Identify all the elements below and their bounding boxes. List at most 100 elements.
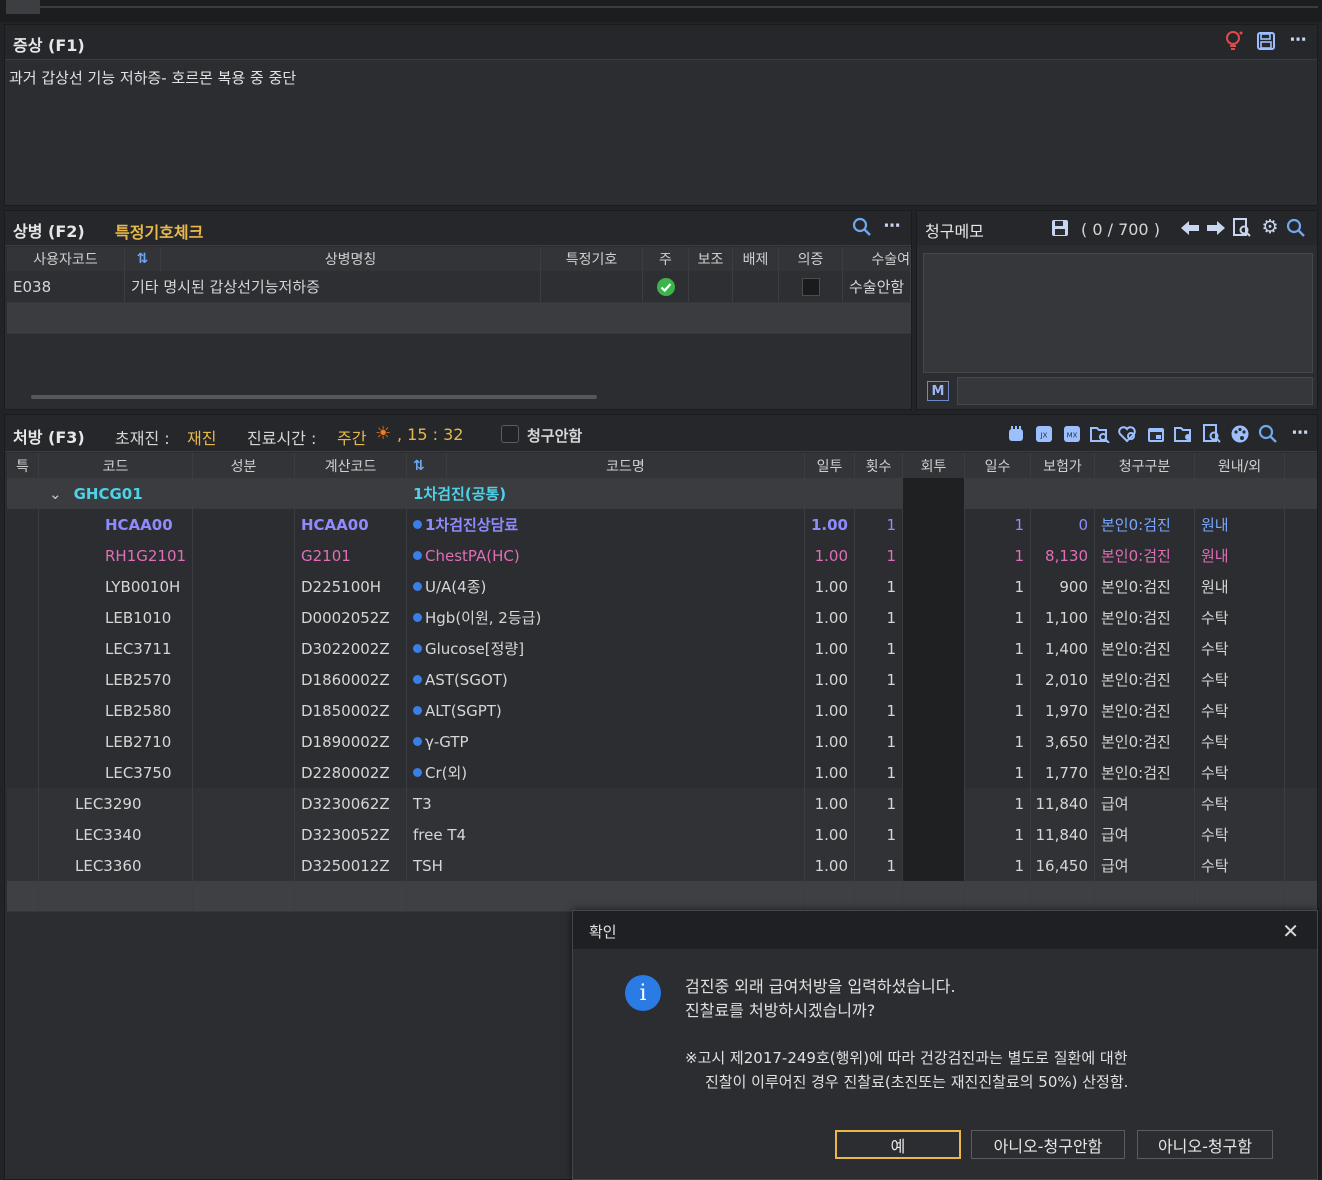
hand-icon[interactable] — [1005, 423, 1027, 445]
save-icon[interactable] — [1255, 30, 1277, 52]
yes-button[interactable]: 예 — [835, 1130, 961, 1159]
col-surgery[interactable]: 수술여 — [843, 247, 911, 271]
col-disease-name[interactable]: 상병명칭 — [161, 247, 541, 271]
horizontal-scrollbar[interactable] — [31, 395, 597, 399]
no-with-claim-button[interactable]: 아니오-청구함 — [1137, 1130, 1273, 1159]
arrow-left-icon[interactable] — [1179, 217, 1201, 239]
top-tab[interactable] — [6, 0, 40, 14]
col-main[interactable]: 주 — [643, 247, 689, 271]
more-icon[interactable]: ⋯ — [881, 215, 903, 237]
document-search-icon[interactable] — [1201, 423, 1223, 445]
lightbulb-icon[interactable] — [1223, 30, 1245, 52]
group-row[interactable]: ⌄ GHCG01 1차검진(공통) — [7, 478, 1317, 510]
search-icon[interactable] — [1257, 423, 1279, 445]
memo-m-button[interactable]: M — [927, 381, 949, 401]
rx-claim-type: 본인0:검진 — [1095, 664, 1195, 695]
table-row[interactable]: LEC3750 D2280002Z Cr(외) 1.00 1 1 1,770 본인0:검진 수탁 — [7, 757, 1317, 789]
exclude-cell[interactable] — [733, 271, 779, 302]
rx-days: 1 — [965, 509, 1031, 540]
table-row[interactable]: LEC3360 D3250012Z TSH 1.00 1 1 16,450 급여 수탁 — [7, 850, 1317, 882]
no-claim-checkbox[interactable] — [501, 425, 519, 443]
col-ingredient[interactable]: 성분 — [193, 453, 295, 478]
heart-search-icon[interactable] — [1117, 423, 1139, 445]
folder-search-icon[interactable] — [1089, 423, 1111, 445]
table-row[interactable]: LEB2570 D1860002Z AST(SGOT) 1.00 1 1 2,010 본인0:… — [7, 664, 1317, 696]
palette-icon[interactable] — [1229, 423, 1251, 445]
more-icon[interactable]: ⋯ — [1289, 422, 1311, 444]
col-times[interactable]: 횟수 — [855, 453, 903, 478]
no-without-claim-button[interactable]: 아니오-청구안함 — [971, 1130, 1125, 1159]
table-row[interactable]: RH1G2101 G2101 ChestPA(HC) 1.00 1 1 8,130 본인0:검… — [7, 540, 1317, 572]
special-code-check-link[interactable]: 특정기호체크 — [115, 219, 203, 243]
table-row[interactable]: LEC3711 D3022002Z Glucose[정량] 1.00 1 1 1,400 본인… — [7, 633, 1317, 665]
suspect-checkbox[interactable] — [779, 271, 843, 302]
rx-daily-dose: 1.00 — [805, 757, 855, 788]
rx-times: 1 — [855, 695, 903, 726]
end-cell — [1285, 571, 1317, 602]
rx-code: LYB0010H — [39, 571, 193, 602]
sort-icon[interactable]: ⇅ — [407, 453, 447, 478]
document-search-icon[interactable] — [1231, 217, 1253, 239]
gear-icon[interactable]: ⚙ — [1259, 216, 1281, 238]
rx-calc-code: D3230062Z — [295, 788, 407, 819]
col-insurance-price[interactable]: 보험가 — [1031, 453, 1095, 478]
jx-icon[interactable]: JX — [1033, 423, 1055, 445]
rx-code-name: ALT(SGPT) — [407, 695, 805, 726]
col-user-code[interactable]: 사용자코드 — [7, 247, 125, 271]
calendar-icon[interactable] — [1145, 423, 1167, 445]
main-check-icon[interactable] — [643, 271, 689, 302]
memo-panel: 청구메모 ( 0 / 700 ) ⚙ M — [916, 210, 1318, 410]
col-exclude[interactable]: 배제 — [733, 247, 779, 271]
rx-code-name: Hgb(이원, 2등급) — [407, 602, 805, 633]
ingredient-cell — [193, 571, 295, 602]
disease-name: 기타 명시된 갑상선기능저하증 — [125, 271, 541, 302]
col-code-name[interactable]: 코드명 — [447, 453, 805, 478]
rx-calc-code: D3022002Z — [295, 633, 407, 664]
search-icon[interactable] — [851, 216, 873, 238]
rx-claim-type: 급여 — [1095, 819, 1195, 850]
search-icon[interactable] — [1285, 217, 1307, 239]
rx-calc-code: D0002052Z — [295, 602, 407, 633]
table-row[interactable]: LEC3290 D3230062Z T3 1.00 1 1 11,840 급여 수탁 — [7, 788, 1317, 820]
aux-cell[interactable] — [689, 271, 733, 302]
col-in-out[interactable]: 원내/외 — [1195, 453, 1285, 478]
mx-icon[interactable]: MX — [1061, 423, 1083, 445]
table-row[interactable]: LEB2710 D1890002Z γ-GTP 1.00 1 1 3,650 본인0:검진 수탁 — [7, 726, 1317, 758]
col-daily-dose[interactable]: 일투 — [805, 453, 855, 478]
col-days[interactable]: 일수 — [965, 453, 1031, 478]
table-row[interactable]: HCAA00 HCAA00 1차검진상담료 1.00 1 1 0 본인0:검진 원내 — [7, 509, 1317, 541]
dialog-note-1: ※고시 제2017-249호(행위)에 따라 건강검진과는 별도로 질환에 대한 — [685, 1049, 1128, 1067]
chevron-down-icon[interactable]: ⌄ — [49, 485, 62, 503]
memo-textarea[interactable] — [923, 253, 1313, 373]
symptom-text[interactable]: 과거 갑상선 기능 저하증- 호르몬 복용 중 중단 — [9, 67, 296, 88]
time-value[interactable]: 주간 — [337, 425, 366, 449]
table-row[interactable]: LYB0010H D225100H U/A(4종) 1.00 1 1 900 본인0:검진 원내 — [7, 571, 1317, 603]
more-icon[interactable]: ⋯ — [1287, 29, 1309, 51]
table-row[interactable]: LEB1010 D0002052Z Hgb(이원, 2등급) 1.00 1 1 1,100 본… — [7, 602, 1317, 634]
arrow-right-icon[interactable] — [1205, 217, 1227, 239]
memo-input[interactable] — [957, 377, 1313, 405]
info-icon: i — [625, 975, 661, 1011]
col-per-dose[interactable]: 회투 — [903, 453, 965, 478]
col-aux[interactable]: 보조 — [689, 247, 733, 271]
col-claim-type[interactable]: 청구구분 — [1095, 453, 1195, 478]
table-row[interactable]: LEB2580 D1850002Z ALT(SGPT) 1.00 1 1 1,970 본인0:… — [7, 695, 1317, 727]
visit-type-value[interactable]: 재진 — [187, 425, 216, 449]
table-row[interactable]: E038 기타 명시된 갑상선기능저하증 수술안함 — [7, 271, 911, 303]
col-calc-code[interactable]: 계산코드 — [295, 453, 407, 478]
col-special-code[interactable]: 특정기호 — [541, 247, 643, 271]
table-row[interactable] — [7, 303, 911, 334]
table-row[interactable]: LEC3340 D3230052Z free T4 1.00 1 1 11,840 급여 수탁 — [7, 819, 1317, 851]
rx-code-name: free T4 — [407, 819, 805, 850]
close-icon[interactable]: ✕ — [1282, 919, 1299, 943]
folder-settings-icon[interactable] — [1173, 423, 1195, 445]
save-icon[interactable] — [1049, 217, 1071, 239]
rx-name-text: ChestPA(HC) — [425, 546, 520, 565]
col-suspect[interactable]: 의증 — [779, 247, 843, 271]
col-code[interactable]: 코드 — [39, 453, 193, 478]
table-row[interactable] — [7, 881, 1317, 912]
rx-calc-code: HCAA00 — [295, 509, 407, 540]
rx-times: 1 — [855, 726, 903, 757]
col-special[interactable]: 특 — [7, 453, 39, 478]
sort-icon[interactable]: ⇅ — [125, 247, 161, 271]
